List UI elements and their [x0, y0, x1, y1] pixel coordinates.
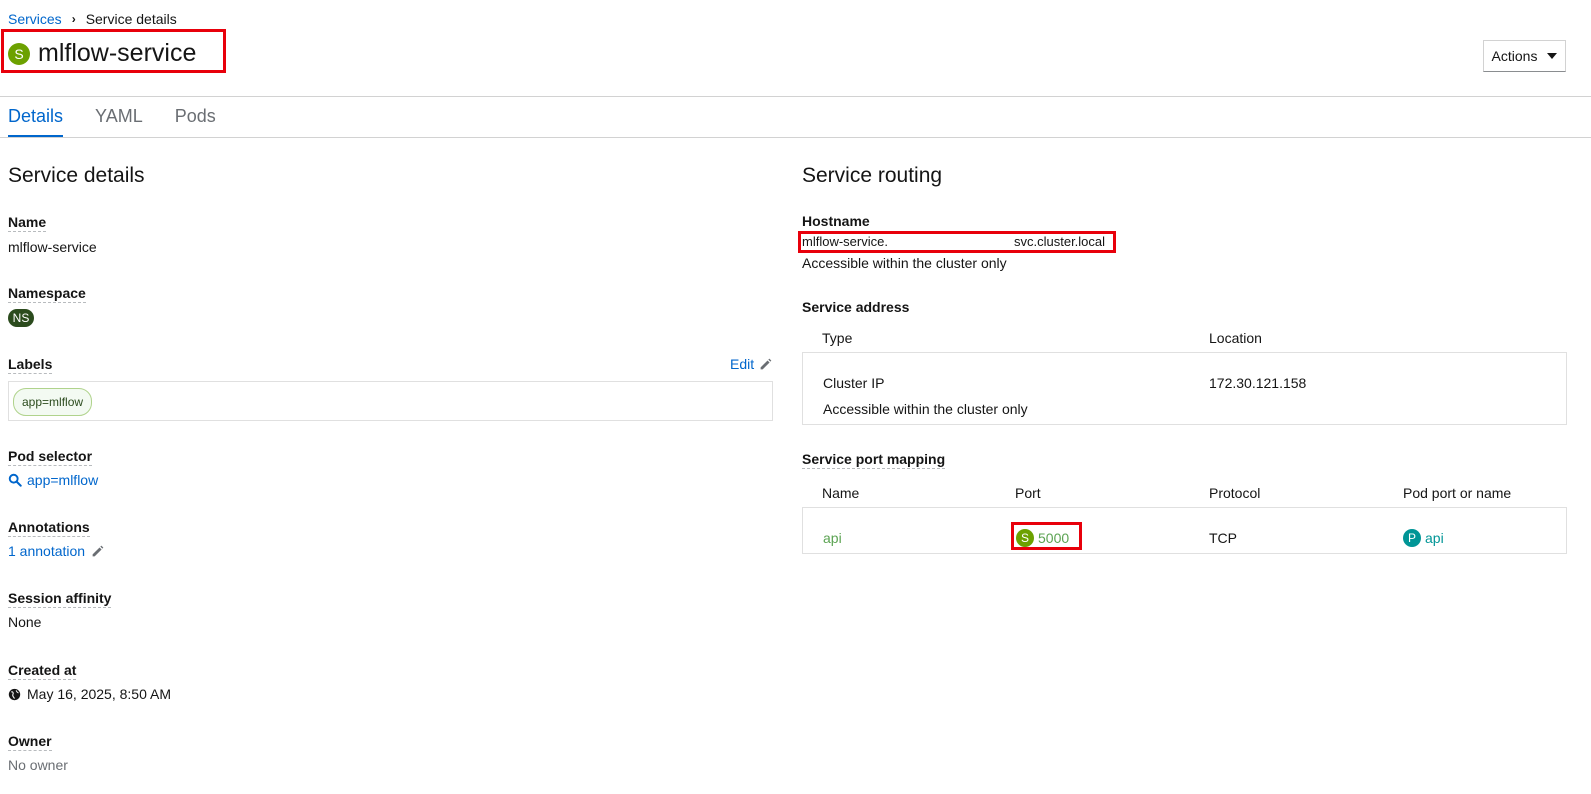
tab-details[interactable]: Details — [8, 106, 64, 138]
owner-label: Owner — [8, 733, 52, 751]
service-badge-icon: S — [1016, 529, 1034, 547]
name-label: Name — [8, 214, 47, 232]
chevron-right-icon: › — [71, 12, 76, 26]
label-chip[interactable]: app=mlflow — [13, 388, 93, 416]
service-badge-icon: S — [8, 42, 30, 65]
pod-selector-label: Pod selector — [8, 448, 93, 466]
hostname-prefix: mlflow-service. — [802, 234, 888, 249]
annotations-link[interactable]: 1 annotation — [8, 543, 104, 559]
page-title: S mlflow-service — [8, 39, 196, 68]
actions-label: Actions — [1491, 48, 1538, 64]
breadcrumb-services-link[interactable]: Services — [8, 11, 62, 27]
caret-down-icon — [1547, 53, 1558, 59]
tabs-divider — [0, 137, 1591, 138]
edit-labels-link[interactable]: Edit — [730, 356, 772, 372]
pod-port-value: api — [1425, 530, 1444, 546]
created-at-label: Created at — [8, 662, 77, 680]
address-type-note: Accessible within the cluster only — [823, 401, 1028, 417]
tab-yaml[interactable]: YAML — [95, 106, 143, 138]
namespace-badge[interactable]: NS — [8, 309, 34, 327]
owner-value: No owner — [8, 757, 68, 773]
address-col-location: Location — [1209, 330, 1262, 346]
hostname-label: Hostname — [802, 213, 870, 229]
service-routing-heading: Service routing — [802, 164, 943, 187]
labels-label: Labels — [8, 356, 53, 374]
address-type-value: Cluster IP — [823, 375, 885, 391]
pod-selector-link[interactable]: app=mlflow — [8, 472, 98, 488]
service-address-label: Service address — [802, 299, 910, 315]
tab-bar: Details YAML Pods — [8, 106, 216, 138]
port-col-pod-port: Pod port or name — [1403, 485, 1512, 501]
header-divider — [0, 96, 1591, 97]
port-col-protocol: Protocol — [1209, 485, 1261, 501]
hostname-note: Accessible within the cluster only — [802, 255, 1007, 271]
labels-container — [8, 381, 773, 421]
pencil-icon — [760, 358, 772, 369]
port-name-link[interactable]: api — [823, 530, 842, 546]
name-value: mlflow-service — [8, 239, 97, 255]
annotations-label: Annotations — [8, 519, 90, 537]
breadcrumb-current: Service details — [85, 11, 177, 27]
address-location-value: 172.30.121.158 — [1209, 375, 1307, 391]
pod-selector-value: app=mlflow — [27, 472, 99, 488]
service-details-heading: Service details — [8, 164, 145, 187]
tab-pods[interactable]: Pods — [175, 106, 216, 138]
session-affinity-value: None — [8, 614, 42, 630]
port-value: 5000 — [1038, 530, 1070, 546]
page-title-text: mlflow-service — [38, 39, 197, 67]
protocol-value: TCP — [1209, 530, 1237, 546]
pod-badge-icon: P — [1403, 529, 1421, 547]
address-col-type: Type — [822, 330, 853, 346]
annotations-value: 1 annotation — [8, 543, 86, 559]
port-link[interactable]: S 5000 — [1016, 529, 1069, 547]
created-at-value-row: May 16, 2025, 8:50 AM — [8, 686, 171, 702]
port-col-name: Name — [822, 485, 860, 501]
breadcrumb: Services › Service details — [8, 11, 177, 27]
search-icon — [8, 473, 22, 487]
created-at-value: May 16, 2025, 8:50 AM — [27, 686, 171, 702]
session-affinity-label: Session affinity — [8, 590, 112, 608]
globe-icon — [8, 688, 21, 700]
edit-label: Edit — [730, 356, 755, 372]
port-mapping-label: Service port mapping — [802, 451, 946, 469]
actions-dropdown-button[interactable]: Actions — [1483, 40, 1566, 72]
pod-port-link[interactable]: P api — [1403, 529, 1444, 547]
port-table-row — [802, 507, 1567, 554]
namespace-label: Namespace — [8, 285, 86, 303]
port-col-port: Port — [1015, 485, 1041, 501]
hostname-suffix: svc.cluster.local — [1014, 234, 1106, 249]
pencil-icon — [92, 545, 104, 556]
